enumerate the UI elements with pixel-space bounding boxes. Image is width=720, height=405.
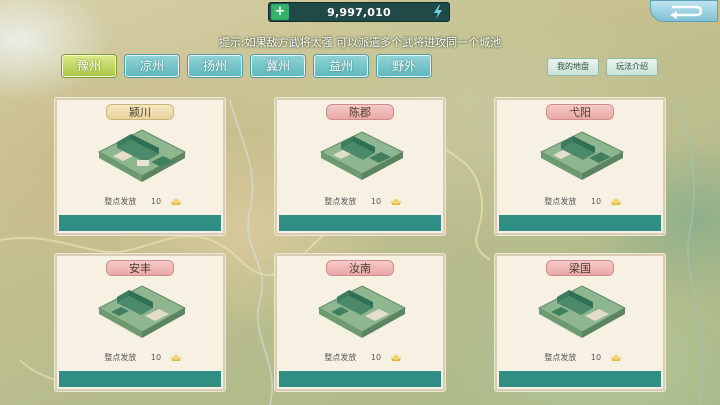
back-arrow-icon (670, 5, 703, 19)
city-card[interactable]: 梁国 整点发放 10 (495, 254, 665, 391)
my-territory-button[interactable]: 我的地盘 (547, 58, 599, 76)
reward-amount: 10 (370, 197, 382, 206)
city-card[interactable]: 弋阳 整点发放 10 (495, 98, 665, 235)
gold-ingot-icon (390, 198, 401, 205)
city-building-icon (97, 129, 187, 182)
reward-label: 整点发放 (104, 353, 137, 362)
plus-icon[interactable]: + (271, 4, 289, 20)
city-card[interactable]: 颍川 整点发放 10 (55, 98, 225, 235)
city-card[interactable]: 汝南 整点发放 10 (275, 254, 445, 391)
reward-label: 整点发放 (544, 197, 577, 206)
reward-amount: 10 (150, 197, 162, 206)
reward-label: 整点发放 (104, 197, 137, 206)
tab-wild[interactable]: 野外 (377, 55, 431, 77)
gold-ingot-icon (610, 198, 621, 205)
tab-jizhou[interactable]: 冀州 (251, 55, 305, 77)
city-building-icon (537, 285, 627, 338)
city-building-icon (539, 131, 625, 180)
tab-yuzhou[interactable]: 豫州 (62, 55, 116, 77)
reward-amount: 10 (590, 197, 602, 206)
city-building-icon (97, 285, 187, 338)
card-footer-bar (59, 371, 221, 387)
gold-ingot-icon (170, 354, 181, 361)
city-name: 梁国 (546, 260, 614, 276)
reward-amount: 10 (590, 353, 602, 362)
card-footer-bar (499, 215, 661, 231)
gold-amount: 9,997,010 (327, 5, 391, 19)
gold-ingot-icon (170, 198, 181, 205)
city-building-icon (317, 285, 407, 338)
city-name: 安丰 (106, 260, 174, 276)
reward-label: 整点发放 (324, 353, 357, 362)
city-name: 弋阳 (546, 104, 614, 120)
card-footer-bar (499, 371, 661, 387)
lightning-icon (429, 4, 447, 20)
reward-amount: 10 (370, 353, 382, 362)
card-footer-bar (59, 215, 221, 231)
card-footer-bar (279, 215, 441, 231)
city-name: 陈郡 (326, 104, 394, 120)
reward-label: 整点发放 (324, 197, 357, 206)
region-tabs: 豫州 凉州 扬州 冀州 益州 野外 (62, 55, 431, 77)
reward-amount: 10 (150, 353, 162, 362)
city-building-icon (319, 131, 405, 180)
card-footer-bar (279, 371, 441, 387)
gold-ingot-icon (610, 354, 621, 361)
rules-button[interactable]: 玩法介绍 (606, 58, 658, 76)
tab-yangzhou[interactable]: 扬州 (188, 55, 242, 77)
tab-yizhou[interactable]: 益州 (314, 55, 368, 77)
tab-liangzhou[interactable]: 凉州 (125, 55, 179, 77)
city-name: 汝南 (326, 260, 394, 276)
city-card[interactable]: 陈郡 整点发放 10 (275, 98, 445, 235)
gold-ingot-icon (390, 354, 401, 361)
reward-label: 整点发放 (544, 353, 577, 362)
city-name: 颍川 (106, 104, 174, 120)
gold-currency-bar: + 9,997,010 (268, 2, 450, 22)
city-card[interactable]: 安丰 整点发放 10 (55, 254, 225, 391)
back-button[interactable] (650, 0, 718, 22)
hint-text: 提示:如果敌方武将太强 可以派遣多个武将进攻同一个城池 (218, 36, 502, 49)
